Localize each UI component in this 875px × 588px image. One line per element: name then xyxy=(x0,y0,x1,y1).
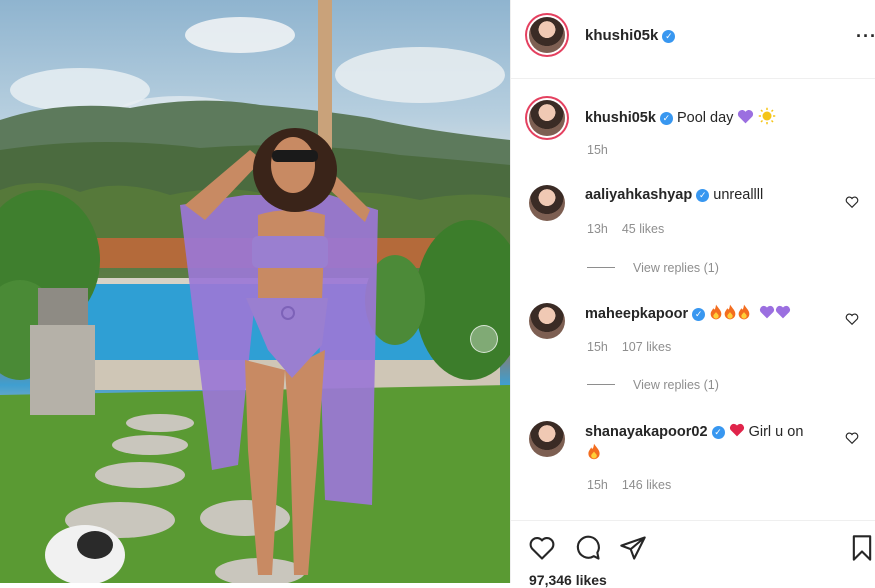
purple-heart-icon xyxy=(738,109,754,124)
comment-likes[interactable]: 107 likes xyxy=(622,340,671,354)
view-replies-button[interactable]: View replies (1) xyxy=(587,378,719,392)
verified-badge-icon: ✓ xyxy=(696,189,710,202)
caption-author-avatar[interactable] xyxy=(529,100,565,136)
more-options-icon[interactable]: ··· xyxy=(856,26,875,47)
save-bookmark-icon[interactable] xyxy=(848,534,875,562)
purple-heart-icon xyxy=(759,305,775,322)
comment-like-heart-icon[interactable] xyxy=(845,312,859,326)
author-avatar[interactable] xyxy=(529,17,565,53)
carousel-indicator[interactable] xyxy=(470,325,498,353)
comment-username[interactable]: maheepkapoor xyxy=(585,306,688,322)
post-photo[interactable] xyxy=(0,0,510,583)
comment-likes[interactable]: 45 likes xyxy=(622,222,664,236)
comment-username[interactable]: aaliyahkashyap xyxy=(585,187,692,203)
post-like-count[interactable]: 97,346 likes xyxy=(529,572,607,588)
red-heart-icon xyxy=(729,423,745,440)
fire-icon xyxy=(737,304,751,322)
post-header-username[interactable]: khushi05k ✓ xyxy=(585,27,676,44)
view-replies-button[interactable]: View replies (1) xyxy=(587,261,719,275)
fire-icon xyxy=(587,443,601,465)
caption: khushi05k ✓ Pool day xyxy=(585,107,776,126)
caption-time: 15h xyxy=(587,143,608,157)
share-paper-plane-icon[interactable] xyxy=(619,534,647,562)
caption-username[interactable]: khushi05k xyxy=(585,110,656,126)
comment-1: aaliyahkashyap ✓ unreallll xyxy=(585,187,763,203)
comment-text: Girl u on xyxy=(748,424,804,440)
verified-badge-icon: ✓ xyxy=(662,30,676,43)
commenter-avatar[interactable] xyxy=(529,421,565,457)
header-divider xyxy=(511,78,875,79)
author-username[interactable]: khushi05k xyxy=(585,27,658,44)
verified-badge-icon: ✓ xyxy=(692,308,706,321)
comment-time: 13h xyxy=(587,222,608,236)
comment-text: unreallll xyxy=(713,187,764,203)
comment-bubble-icon[interactable] xyxy=(574,534,602,562)
comment-3: shanayakapoor02 ✓ Girl u on xyxy=(585,423,803,440)
commenter-avatar[interactable] xyxy=(529,303,565,339)
fire-icon xyxy=(709,304,723,322)
photo-scene xyxy=(0,0,510,583)
verified-badge-icon: ✓ xyxy=(659,112,673,125)
comment-time: 15h xyxy=(587,478,608,492)
comment-time: 15h xyxy=(587,340,608,354)
comment-meta: 15h 146 likes xyxy=(587,478,671,492)
actions-divider xyxy=(511,520,875,521)
commenter-avatar[interactable] xyxy=(529,185,565,221)
caption-text: Pool day xyxy=(676,110,734,126)
comments-panel: khushi05k ✓ ··· khushi05k ✓ Pool day 15h a… xyxy=(511,0,875,588)
comment-meta: 15h 107 likes xyxy=(587,340,671,354)
comment-like-heart-icon[interactable] xyxy=(845,431,859,445)
comment-2: maheepkapoor ✓ xyxy=(585,304,791,322)
comment-meta: 13h 45 likes xyxy=(587,222,664,236)
purple-heart-icon xyxy=(775,305,791,322)
comment-likes[interactable]: 146 likes xyxy=(622,478,671,492)
verified-badge-icon: ✓ xyxy=(711,426,725,439)
like-heart-icon[interactable] xyxy=(528,534,556,562)
sun-icon xyxy=(759,107,776,125)
fire-icon xyxy=(723,304,737,322)
comment-username[interactable]: shanayakapoor02 xyxy=(585,424,708,440)
comment-like-heart-icon[interactable] xyxy=(845,195,859,209)
